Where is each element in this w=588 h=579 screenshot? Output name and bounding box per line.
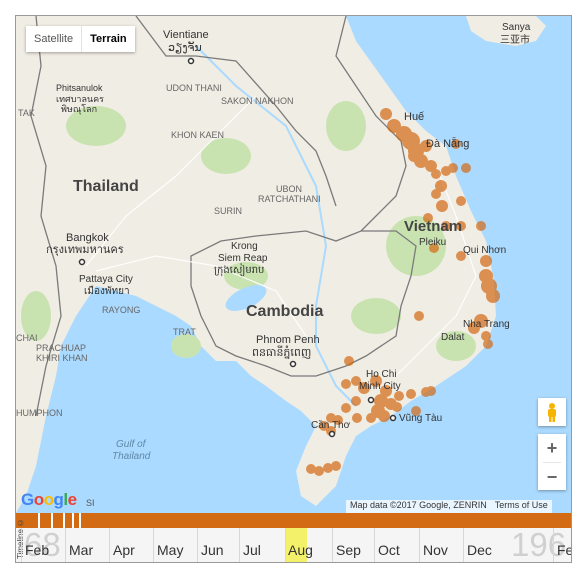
timeline-tick bbox=[79, 513, 81, 528]
svg-text:Huế: Huế bbox=[404, 111, 424, 123]
pegman-icon bbox=[548, 403, 556, 422]
svg-text:RATCHATHANI: RATCHATHANI bbox=[258, 194, 321, 204]
svg-text:三亚市: 三亚市 bbox=[500, 33, 530, 46]
svg-text:CHAI: CHAI bbox=[16, 333, 38, 343]
svg-text:Thailand: Thailand bbox=[112, 451, 151, 462]
svg-text:KHIRI KHAN: KHIRI KHAN bbox=[36, 353, 88, 363]
svg-text:Bangkok: Bangkok bbox=[66, 232, 109, 244]
timeline-month[interactable]: Oct bbox=[374, 528, 418, 562]
map-frame: Vientiane ວຽງຈັນ Sanya 三亚市 Phitsanulok เ… bbox=[15, 15, 572, 563]
timeline-month[interactable]: Dec bbox=[463, 528, 507, 562]
terrain-button[interactable]: Terrain bbox=[81, 26, 134, 52]
timeline-month[interactable]: Sep bbox=[332, 528, 376, 562]
svg-text:Sanya: Sanya bbox=[502, 22, 531, 33]
svg-text:Phnom Penh: Phnom Penh bbox=[256, 334, 320, 346]
svg-text:Phitsanulok: Phitsanulok bbox=[56, 83, 103, 93]
svg-text:Ho Chi: Ho Chi bbox=[366, 369, 397, 380]
google-logo: Google bbox=[21, 490, 77, 509]
svg-text:SAKON NAKHON: SAKON NAKHON bbox=[221, 96, 294, 106]
svg-text:UBON: UBON bbox=[276, 184, 302, 194]
svg-text:Vũng Tàu: Vũng Tàu bbox=[399, 413, 442, 424]
svg-text:เมืองพัทยา: เมืองพัทยา bbox=[84, 285, 130, 297]
svg-text:Siem Reap: Siem Reap bbox=[218, 253, 268, 264]
svg-text:ពនធានីភ្នំពេញ: ពនធានីភ្នំពេញ bbox=[252, 345, 311, 359]
timeline-month[interactable]: Feb bbox=[21, 528, 65, 562]
timeline-bar[interactable] bbox=[16, 513, 571, 528]
timeline-month[interactable]: May bbox=[153, 528, 197, 562]
svg-text:UDON THANI: UDON THANI bbox=[166, 83, 222, 93]
map-canvas[interactable]: Vientiane ວຽງຈັນ Sanya 三亚市 Phitsanulok เ… bbox=[16, 16, 572, 513]
svg-text:Dalat: Dalat bbox=[441, 332, 465, 343]
zoom-in-button[interactable]: + bbox=[538, 434, 566, 462]
timeline-month[interactable]: Jun bbox=[197, 528, 239, 562]
svg-text:Gulf of: Gulf of bbox=[116, 439, 147, 450]
svg-text:ວຽງຈັນ: ວຽງຈັນ bbox=[168, 40, 202, 54]
svg-text:Đà Nẵng: Đà Nẵng bbox=[426, 137, 469, 150]
zoom-out-button[interactable]: − bbox=[538, 463, 566, 491]
label-cambodia: Cambodia bbox=[246, 303, 323, 320]
timeline-month[interactable]: Mar bbox=[65, 528, 109, 562]
svg-text:พิษณุโลก: พิษณุโลก bbox=[61, 104, 97, 115]
svg-text:TRAT: TRAT bbox=[173, 327, 196, 337]
label-vientiane: Vientiane bbox=[163, 29, 209, 41]
svg-text:Qui Nhơn: Qui Nhơn bbox=[463, 245, 506, 256]
timeline-tick bbox=[63, 513, 65, 528]
svg-text:เทศบาลนคร: เทศบาลนคร bbox=[56, 94, 104, 104]
svg-text:RAYONG: RAYONG bbox=[102, 305, 140, 315]
map-attribution: Map data ©2017 Google, ZENRIN Terms of U… bbox=[346, 500, 552, 513]
google-si-label: SI bbox=[86, 498, 95, 508]
street-view-pegman[interactable] bbox=[538, 398, 566, 426]
satellite-button[interactable]: Satellite bbox=[26, 26, 81, 52]
svg-text:PRACHUAP: PRACHUAP bbox=[36, 343, 86, 353]
svg-text:HUMPHON: HUMPHON bbox=[16, 408, 63, 418]
zoom-control: + − bbox=[538, 434, 566, 490]
terms-link[interactable]: Terms of Use bbox=[491, 500, 552, 513]
svg-text:Nha Trang: Nha Trang bbox=[463, 319, 510, 330]
timeline-month[interactable]: Apr bbox=[109, 528, 153, 562]
timeline-month-highlighted[interactable]: Aug bbox=[285, 528, 313, 562]
svg-text:Minh City: Minh City bbox=[359, 381, 401, 392]
timeline-month[interactable]: Nov bbox=[419, 528, 463, 562]
svg-text:KHON KAEN: KHON KAEN bbox=[171, 130, 224, 140]
timeline-tick bbox=[72, 513, 74, 528]
attribution-text: Map data ©2017 Google, ZENRIN bbox=[350, 500, 487, 510]
svg-text:SURIN: SURIN bbox=[214, 206, 242, 216]
svg-text:TAK: TAK bbox=[18, 108, 35, 118]
svg-text:Pattaya City: Pattaya City bbox=[79, 274, 133, 285]
label-thailand: Thailand bbox=[73, 178, 139, 195]
svg-text:Cần Thơ: Cần Thơ bbox=[311, 419, 351, 431]
timeline-month[interactable]: Jul bbox=[239, 528, 283, 562]
label-vietnam: Vietnam bbox=[404, 218, 462, 235]
svg-text:Pleiku: Pleiku bbox=[419, 237, 446, 248]
svg-text:กรุงเทพมหานคร: กรุงเทพมหานคร bbox=[46, 244, 124, 256]
svg-text:Krong: Krong bbox=[231, 241, 258, 252]
svg-text:ក្រុងសៀមរាប: ក្រុងសៀមរាប bbox=[214, 263, 264, 277]
map-type-control: Satellite Terrain bbox=[26, 26, 135, 52]
timeline[interactable]: Timeline © 68 196 Feb Mar Apr May Jun Ju… bbox=[16, 513, 571, 562]
timeline-month[interactable]: Fe bbox=[553, 528, 571, 562]
